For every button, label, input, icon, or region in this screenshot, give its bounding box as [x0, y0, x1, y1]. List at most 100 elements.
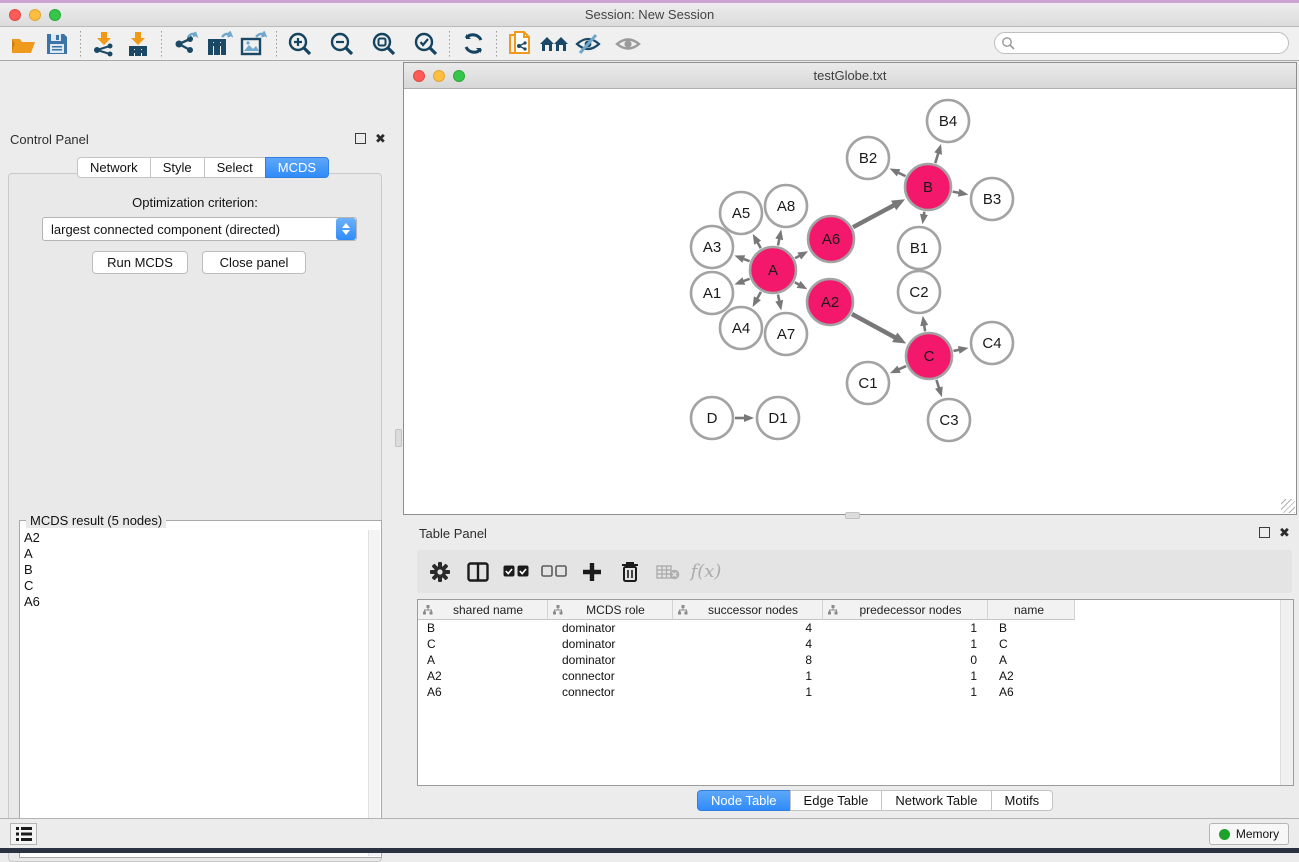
select-all-button[interactable]	[497, 554, 535, 590]
table-scrollbar[interactable]	[1280, 600, 1293, 785]
graph-node-B[interactable]: B	[905, 164, 951, 210]
zoom-out-button[interactable]	[325, 29, 359, 59]
column-header-shared-name[interactable]: shared name	[418, 600, 548, 620]
zoom-fit-button[interactable]	[367, 29, 401, 59]
table-cell[interactable]: C	[988, 636, 1075, 652]
table-cell[interactable]: connector	[548, 668, 673, 684]
table-cell[interactable]: A6	[418, 684, 548, 700]
import-table-button[interactable]	[121, 29, 155, 59]
graph-node-C1[interactable]: C1	[847, 362, 889, 404]
table-cell[interactable]: A6	[988, 684, 1075, 700]
tab-network[interactable]: Network	[77, 157, 151, 178]
export-image-button[interactable]	[236, 29, 270, 59]
table-options-button[interactable]	[421, 554, 459, 590]
tab-node-table[interactable]: Node Table	[697, 790, 791, 811]
table-row[interactable]: Adominator80A	[418, 652, 1279, 668]
mcds-result-item[interactable]: B	[22, 562, 367, 578]
tab-network-table[interactable]: Network Table	[881, 790, 991, 811]
export-table-button[interactable]	[202, 29, 236, 59]
table-cell[interactable]: 4	[673, 636, 823, 652]
graph-node-C2[interactable]: C2	[898, 271, 940, 313]
table-cell[interactable]: 1	[823, 620, 988, 636]
mcds-result-item[interactable]: C	[22, 578, 367, 594]
table-cell[interactable]: connector	[548, 684, 673, 700]
column-header-MCDS-role[interactable]: MCDS role	[548, 600, 673, 620]
table-cell[interactable]: A	[988, 652, 1075, 668]
tab-mcds[interactable]: MCDS	[265, 157, 329, 178]
float-table-panel-icon[interactable]	[1259, 527, 1270, 538]
graph-node-A3[interactable]: A3	[691, 226, 733, 268]
column-header-name[interactable]: name	[988, 600, 1075, 620]
graph-node-C4[interactable]: C4	[971, 322, 1013, 364]
table-row[interactable]: Bdominator41B	[418, 620, 1279, 636]
graph-node-A7[interactable]: A7	[765, 313, 807, 355]
horizontal-splitter-handle[interactable]	[845, 512, 860, 519]
memory-button[interactable]: Memory	[1209, 823, 1289, 845]
table-cell[interactable]: dominator	[548, 636, 673, 652]
import-network-button[interactable]	[87, 29, 121, 59]
mcds-result-item[interactable]: A	[22, 546, 367, 562]
graph-node-A1[interactable]: A1	[691, 272, 733, 314]
table-cell[interactable]: A2	[988, 668, 1075, 684]
column-header-predecessor-nodes[interactable]: predecessor nodes	[823, 600, 988, 620]
graph-node-A4[interactable]: A4	[720, 307, 762, 349]
show-columns-button[interactable]	[459, 554, 497, 590]
table-cell[interactable]: B	[988, 620, 1075, 636]
table-cell[interactable]: 4	[673, 620, 823, 636]
apply-layout-button[interactable]	[456, 29, 490, 59]
graph-node-A2[interactable]: A2	[807, 279, 853, 325]
task-history-button[interactable]	[10, 823, 37, 845]
optimization-criterion-dropdown[interactable]: largest connected component (directed)	[42, 217, 357, 241]
close-panel-button[interactable]: Close panel	[202, 251, 306, 274]
show-all-button[interactable]	[611, 29, 645, 59]
first-neighbors-button[interactable]	[537, 29, 571, 59]
add-column-button[interactable]	[573, 554, 611, 590]
table-cell[interactable]: 1	[823, 636, 988, 652]
result-scrollbar[interactable]	[368, 530, 380, 856]
column-header-successor-nodes[interactable]: successor nodes	[673, 600, 823, 620]
network-window-titlebar[interactable]: testGlobe.txt	[404, 63, 1296, 89]
table-cell[interactable]: dominator	[548, 620, 673, 636]
table-row[interactable]: A6connector11A6	[418, 684, 1279, 700]
tab-select[interactable]: Select	[204, 157, 266, 178]
tab-motifs[interactable]: Motifs	[991, 790, 1054, 811]
delete-column-button[interactable]	[611, 554, 649, 590]
graph-node-A[interactable]: A	[750, 247, 796, 293]
table-cell[interactable]: 1	[823, 684, 988, 700]
graph-edge-A2-C[interactable]	[852, 314, 897, 338]
network-canvas[interactable]: B4B2BB3A8A5A6A3B1AC2A1A2A4A7C4CC1C3DD1	[404, 89, 1296, 514]
tab-edge-table[interactable]: Edge Table	[790, 790, 883, 811]
vertical-splitter-handle[interactable]	[395, 429, 402, 447]
table-cell[interactable]: 0	[823, 652, 988, 668]
tab-style[interactable]: Style	[150, 157, 205, 178]
mcds-result-item[interactable]: A2	[22, 530, 367, 546]
graph-node-B4[interactable]: B4	[927, 100, 969, 142]
close-table-panel-icon[interactable]: ✖	[1279, 527, 1290, 538]
graph-node-A8[interactable]: A8	[765, 185, 807, 227]
save-session-button[interactable]	[40, 29, 74, 59]
table-row[interactable]: A2connector11A2	[418, 668, 1279, 684]
graph-node-D1[interactable]: D1	[757, 397, 799, 439]
graph-node-B2[interactable]: B2	[847, 137, 889, 179]
zoom-selected-button[interactable]	[409, 29, 443, 59]
table-cell[interactable]: 8	[673, 652, 823, 668]
hide-selected-button[interactable]	[571, 29, 605, 59]
table-row[interactable]: Cdominator41C	[418, 636, 1279, 652]
window-resize-grip[interactable]	[1281, 499, 1295, 513]
table-cell[interactable]: dominator	[548, 652, 673, 668]
search-input[interactable]	[994, 32, 1289, 54]
deselect-all-button[interactable]	[535, 554, 573, 590]
table-cell[interactable]: A2	[418, 668, 548, 684]
table-cell[interactable]: 1	[673, 684, 823, 700]
graph-edge-A6-B[interactable]	[853, 204, 895, 227]
table-cell[interactable]: 1	[823, 668, 988, 684]
run-mcds-button[interactable]: Run MCDS	[92, 251, 188, 274]
float-panel-icon[interactable]	[355, 133, 366, 144]
table-cell[interactable]: B	[418, 620, 548, 636]
export-network-button[interactable]	[168, 29, 202, 59]
graph-node-C3[interactable]: C3	[928, 399, 970, 441]
graph-node-C[interactable]: C	[906, 333, 952, 379]
duplicate-network-button[interactable]	[503, 29, 537, 59]
graph-node-A6[interactable]: A6	[808, 216, 854, 262]
graph-node-B1[interactable]: B1	[898, 227, 940, 269]
